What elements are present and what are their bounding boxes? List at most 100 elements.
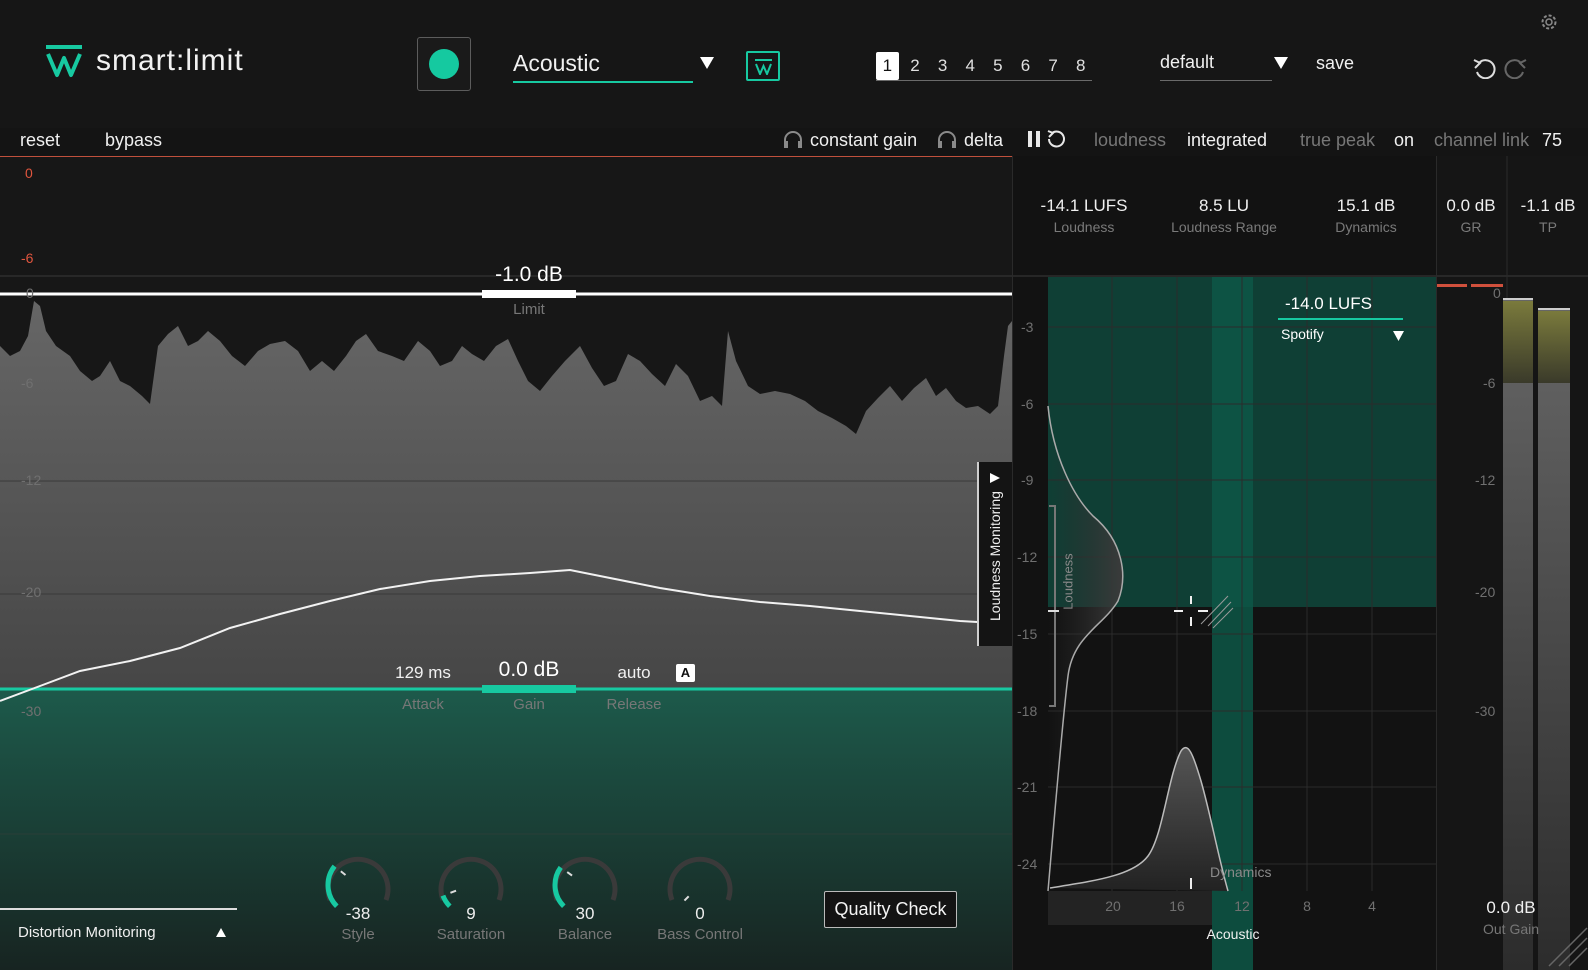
loudness-monitoring-tab[interactable]: Loudness Monitoring [977,462,1012,646]
analyze-button[interactable] [417,37,471,91]
preset-slot-3[interactable]: 3 [931,52,954,80]
settings-gear-icon[interactable] [1538,11,1560,33]
save-button[interactable]: save [1316,53,1354,74]
profile-dropdown[interactable]: Acoustic [513,50,693,83]
y-tick: -6 [1021,396,1034,412]
preset-slot-label: 3 [937,56,948,75]
preset-slot-4[interactable]: 4 [959,52,982,80]
undo-icon[interactable] [1472,55,1498,79]
attack-value[interactable]: 129 ms [380,663,466,683]
preset-dropdown-arrow-icon[interactable] [1274,57,1288,69]
style-knob[interactable]: -38 Style [320,854,396,954]
bass-control-value: 0 [695,904,705,923]
balance-value: 30 [575,904,595,923]
redo-icon[interactable] [1502,55,1528,79]
out-gain-value[interactable]: 0.0 dB [1471,898,1551,918]
y-tick: -12 [1017,549,1038,565]
distortion-monitoring-label[interactable]: Distortion Monitoring [18,924,156,941]
app-name: smart:limit [96,44,244,77]
output-meter-left-peak [1503,301,1533,383]
output-meter-left-rms [1503,298,1533,970]
preset-slot-6[interactable]: 6 [1014,52,1037,80]
y-tick: -24 [1017,856,1038,872]
gain-value[interactable]: 0.0 dB [478,658,580,682]
stat-tp-value: -1.1 dB [1520,196,1576,215]
preset-slot-5[interactable]: 5 [987,52,1010,80]
preset-slot-label: 2 [910,56,920,75]
smartlimit-small-logo-icon [755,59,772,75]
x-tick: 20 [1105,898,1121,914]
y-tick: -3 [1021,319,1034,335]
limit-handle[interactable] [482,290,576,298]
limit-value[interactable]: -1.0 dB [478,263,580,287]
channel-link-value[interactable]: 75 [1542,130,1562,151]
y-tick: -9 [1021,472,1034,488]
preset-slot-7[interactable]: 7 [1042,52,1065,80]
limit-label: Limit [513,301,545,318]
profile-label: Acoustic [1206,926,1260,942]
out-gain-label: Out Gain [1482,921,1540,937]
y-tick: -15 [1017,626,1038,642]
delta-toggle[interactable]: delta [964,130,1003,151]
stat-dynamics-label: Dynamics [1335,219,1397,235]
saturation-knob[interactable]: 9 Saturation [427,854,515,954]
profile-dropdown-value: Acoustic [513,50,600,76]
quality-check-button[interactable]: Quality Check [824,891,957,928]
release-label: Release [606,696,662,713]
target-platform-arrow-icon[interactable] [1393,331,1404,341]
preset-slot-bar: 1 2 3 4 5 6 7 8 [876,52,1092,81]
pause-icon[interactable] [1026,130,1042,148]
style-label: Style [341,926,375,943]
meter-scale-label: -20 [1475,584,1496,600]
scale-label: 0 [26,285,34,301]
loudness-axis-label: Loudness [1060,553,1076,610]
preset-slot-1[interactable]: 1 [876,52,899,80]
balance-knob[interactable]: 30 Balance [547,854,623,954]
stat-gr-label: GR [1460,219,1482,235]
loudness-mode-select[interactable]: integrated [1187,130,1267,151]
loudness-label: loudness [1094,130,1167,150]
meter-scale-label: 0 [1493,285,1501,301]
target-loudness-value[interactable]: -14.0 LUFS [1285,294,1372,314]
bypass-button[interactable]: bypass [105,130,162,151]
preset-slot-label: 8 [1075,56,1086,75]
preset-slot-label: 5 [993,56,1003,75]
true-peak-label: true peak [1300,130,1376,150]
style-value: -38 [345,904,371,923]
bass-control-knob[interactable]: 0 Bass Control [650,854,750,954]
preset-slot-8[interactable]: 8 [1069,52,1092,80]
reference-mode-button[interactable] [746,51,780,81]
output-meter-right-peak [1538,311,1570,383]
y-tick: -18 [1017,703,1038,719]
preset-dropdown[interactable]: default [1160,52,1272,81]
gain-handle[interactable] [482,685,576,693]
gr-meter-bar [1437,284,1467,287]
smartlimit-logo-icon [46,45,82,77]
header-bar: smart:limit Acoustic 1 2 3 4 5 6 7 8 def… [0,0,1588,128]
output-meter-right-rms [1538,308,1570,970]
reset-loudness-icon[interactable] [1046,129,1066,149]
true-peak-toggle[interactable]: on [1394,130,1414,151]
limiter-graph[interactable]: 0 -6 0 -6 -12 -20 -30 -1.0 dB Limit 129 … [0,156,1012,970]
expand-up-icon[interactable] [215,927,227,938]
gain-label: Gain [513,696,545,713]
x-tick: 16 [1169,898,1185,914]
meter-canvas [1437,156,1588,970]
target-platform-dropdown[interactable]: Spotify [1281,326,1324,342]
stat-dynamics-value: 15.1 dB [1336,196,1396,215]
scale-label: -6 [21,375,34,391]
profile-dropdown-arrow-icon[interactable] [700,57,714,69]
saturation-label: Saturation [436,926,506,943]
release-value[interactable]: auto [598,663,670,683]
scale-label: -12 [21,472,42,488]
preset-slot-label: 4 [965,56,975,75]
constant-gain-toggle[interactable]: constant gain [810,130,917,151]
preset-dropdown-value: default [1160,52,1215,72]
stat-loudness-range-label: Loudness Range [1171,219,1277,235]
release-auto-badge[interactable]: A [676,664,695,682]
channel-link-label: channel link [1434,130,1530,150]
attack-label: Attack [402,696,444,713]
headphones-icon [784,131,802,148]
reset-button[interactable]: reset [20,130,60,151]
preset-slot-2[interactable]: 2 [904,52,927,80]
